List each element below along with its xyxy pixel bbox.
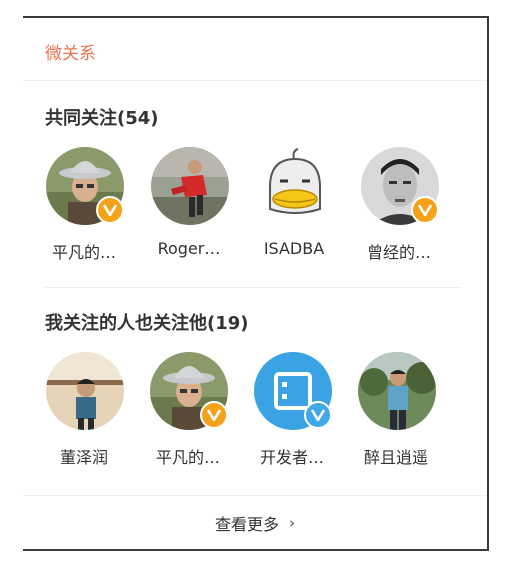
user-name[interactable]: 开发者… — [247, 444, 337, 468]
card-header: 微关系 — [23, 18, 487, 81]
common-follow-title[interactable]: 共同关注(54) — [45, 109, 465, 129]
avatar[interactable] — [358, 352, 436, 430]
also-follow-title[interactable]: 我关注的人也关注他(19) — [45, 314, 461, 334]
user-name[interactable]: 董泽润 — [39, 444, 129, 468]
user-item[interactable]: 醉且逍遥 — [357, 352, 461, 468]
verified-badge-icon — [304, 401, 332, 429]
user-item[interactable]: Roger… — [150, 147, 255, 263]
user-name[interactable]: 曾经的… — [354, 239, 444, 263]
relations-card: 微关系 共同关注(54) 平凡的… Roger… ISADBA 曾经的… 我关注… — [23, 16, 489, 551]
avatar[interactable] — [256, 147, 334, 225]
user-item[interactable]: 开发者… — [253, 352, 357, 468]
user-name[interactable]: Roger… — [144, 239, 234, 258]
user-item[interactable]: 平凡的… — [45, 147, 150, 263]
also-follow-section: 我关注的人也关注他(19) 董泽润 平凡的… 开发者… 醉且逍遥 — [45, 287, 461, 468]
user-name[interactable]: 平凡的… — [143, 444, 233, 468]
common-follow-list: 平凡的… Roger… ISADBA 曾经的… — [45, 147, 465, 263]
user-name[interactable]: ISADBA — [249, 239, 339, 258]
view-more-label[interactable]: 查看更多 — [215, 511, 279, 535]
view-more-button[interactable]: 查看更多 › — [23, 495, 487, 549]
user-name[interactable]: 醉且逍遥 — [351, 444, 441, 468]
user-item[interactable]: 董泽润 — [45, 352, 149, 468]
user-name[interactable]: 平凡的… — [39, 239, 129, 263]
user-item[interactable]: ISADBA — [255, 147, 360, 263]
user-item[interactable]: 曾经的… — [360, 147, 465, 263]
verified-badge-icon — [96, 196, 124, 224]
chevron-right-icon: › — [289, 513, 295, 532]
verified-badge-icon — [200, 401, 228, 429]
user-item[interactable]: 平凡的… — [149, 352, 253, 468]
common-follow-section: 共同关注(54) 平凡的… Roger… ISADBA 曾经的… — [23, 109, 487, 287]
avatar[interactable] — [151, 147, 229, 225]
also-follow-list: 董泽润 平凡的… 开发者… 醉且逍遥 — [45, 352, 461, 468]
card-title: 微关系 — [45, 44, 96, 64]
avatar[interactable] — [46, 352, 124, 430]
verified-badge-icon — [411, 196, 439, 224]
